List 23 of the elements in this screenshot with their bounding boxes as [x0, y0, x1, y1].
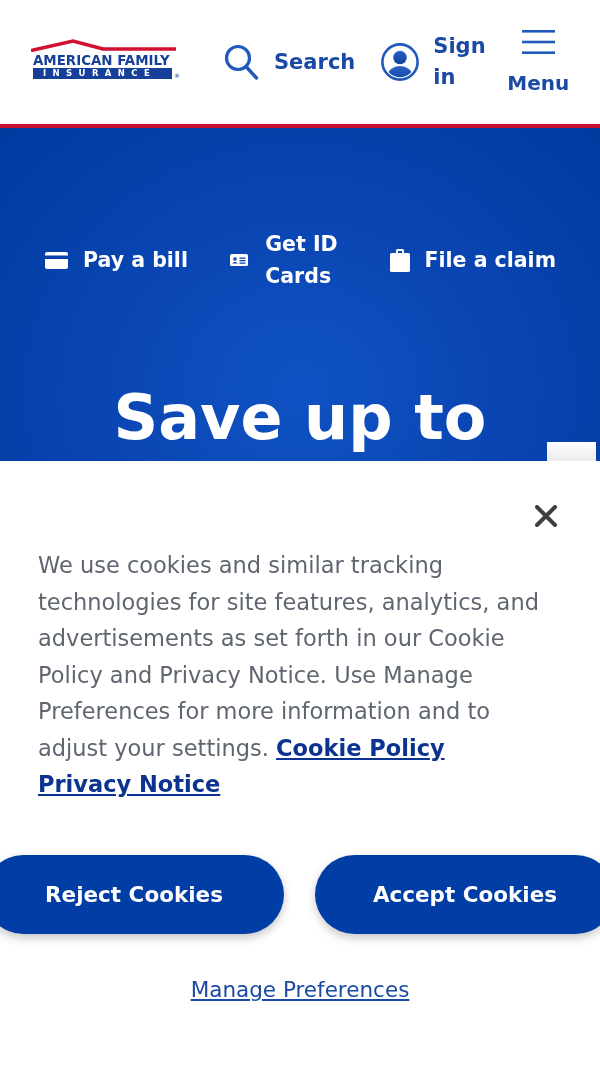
privacy-notice-link[interactable]: Privacy Notice	[38, 771, 221, 797]
logo-wordmark: AMERICAN FAMILY	[33, 54, 170, 67]
roof-icon	[31, 39, 176, 52]
accept-cookies-button[interactable]: Accept Cookies	[315, 854, 600, 934]
clipboard-icon	[389, 248, 410, 272]
menu-icon	[521, 29, 555, 54]
search-icon	[224, 44, 259, 80]
menu-button[interactable]: Menu	[507, 29, 570, 99]
credit-card-icon	[45, 251, 68, 269]
search-link[interactable]: Search	[224, 44, 356, 80]
pay-bill-link[interactable]: Pay a bill	[45, 244, 188, 276]
cookie-policy-link[interactable]: Cookie Policy	[276, 734, 445, 761]
reject-cookies-button[interactable]: Reject Cookies	[0, 854, 284, 934]
id-card-icon	[230, 254, 249, 266]
cookie-notice-text: We use cookies and similar tracking technologies for site features, analytics, and advertisements as set forth in our Cookie Policy and Privacy Notice. Use Manage Preferences for more information and to adjust your settings. Cookie Policy Privacy Notice	[38, 551, 540, 799]
logo-tagline-bar: INSURANCE	[33, 68, 172, 79]
id-cards-link[interactable]: Get ID Cards	[230, 228, 348, 292]
close-icon[interactable]	[535, 505, 557, 527]
manage-preferences-link[interactable]: Manage Preferences	[190, 973, 410, 1006]
sign-in-link[interactable]: Sign in	[381, 31, 486, 93]
user-icon	[381, 43, 420, 81]
file-claim-link[interactable]: File a claim	[389, 244, 556, 276]
hero-headline: Save up to	[113, 382, 487, 454]
